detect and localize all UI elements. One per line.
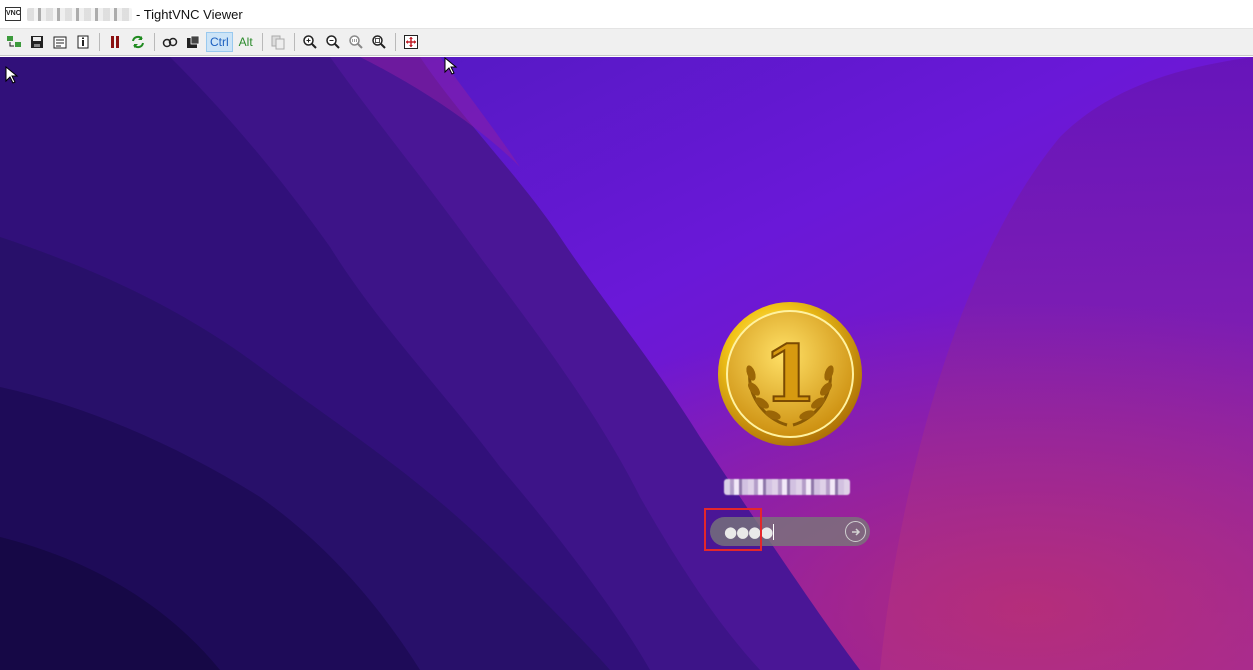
ctrl-alt-del-icon (162, 37, 178, 48)
window-title: - TightVNC Viewer (136, 6, 243, 22)
zoom-out-icon (325, 35, 340, 49)
zoom-100-button[interactable] (346, 32, 366, 52)
connection-info-icon (77, 35, 89, 49)
zoom-fit-icon (371, 35, 386, 49)
remote-desktop-view[interactable]: 1 ●●●● (0, 57, 1253, 670)
options-button[interactable] (50, 32, 70, 52)
toolbar-separator (394, 33, 396, 51)
toolbar-separator (99, 33, 100, 51)
user-name (720, 477, 854, 497)
transfer-files-button[interactable] (268, 32, 288, 52)
login-submit-button[interactable] (845, 521, 866, 542)
refresh-button[interactable] (128, 32, 148, 52)
mouse-cursor-icon (5, 66, 19, 84)
zoom-in-icon (302, 35, 317, 49)
pause-icon (111, 36, 119, 48)
save-button[interactable] (27, 32, 47, 52)
connection-info-button[interactable] (73, 32, 93, 52)
ctrl-alt-del-button[interactable] (160, 32, 180, 52)
desktop-wallpaper (0, 57, 1253, 670)
medal-number: 1 (763, 329, 817, 420)
new-connection-icon (7, 36, 21, 47)
fullscreen-icon (403, 35, 418, 49)
vnc-toolbar: Ctrl Alt (0, 29, 1253, 56)
arrow-right-circle-icon (851, 527, 860, 536)
window-title-bar: VNC - TightVNC Viewer (0, 0, 1253, 29)
zoom-in-button[interactable] (300, 32, 320, 52)
pause-button[interactable] (105, 32, 125, 52)
mouse-pointer-icon (444, 57, 458, 75)
blurred-user-name (724, 479, 850, 495)
toolbar-separator (293, 33, 295, 51)
red-highlight-box (704, 508, 762, 551)
ctrl-esc-icon (187, 35, 200, 48)
zoom-100-icon (348, 35, 363, 49)
toolbar-separator (261, 33, 263, 51)
ctrl-esc-button[interactable] (183, 32, 203, 52)
fullscreen-button[interactable] (401, 32, 421, 52)
zoom-out-button[interactable] (323, 32, 343, 52)
text-caret (773, 523, 775, 540)
transfer-files-icon (271, 35, 285, 50)
save-icon (31, 36, 43, 48)
alt-key-toggle[interactable]: Alt (236, 32, 256, 52)
refresh-icon (132, 35, 144, 49)
toolbar-separator (154, 33, 155, 51)
vnc-app-icon: VNC (5, 7, 21, 21)
zoom-fit-button[interactable] (369, 32, 389, 52)
ctrl-key-toggle[interactable]: Ctrl (206, 32, 233, 52)
blurred-host-name (27, 7, 132, 21)
new-connection-button[interactable] (4, 32, 24, 52)
options-icon (53, 36, 67, 49)
user-avatar-gold-medal: 1 (718, 302, 862, 446)
